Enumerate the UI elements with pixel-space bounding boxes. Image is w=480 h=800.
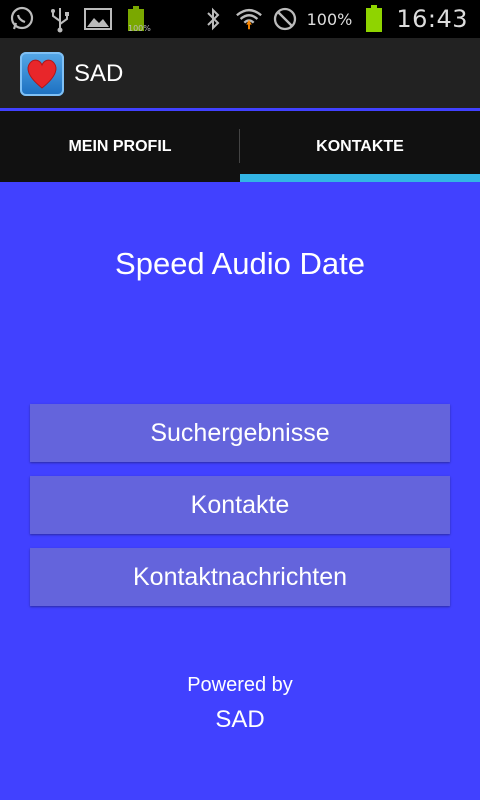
tab-bar: MEIN PROFIL KONTAKTE xyxy=(0,111,480,182)
tab-label: MEIN PROFIL xyxy=(68,137,172,155)
app-title: SAD xyxy=(74,60,124,87)
tab-kontakte[interactable]: KONTAKTE xyxy=(240,111,480,182)
status-bar: 100% 100% 16:43 xyxy=(0,0,480,38)
tab-label: KONTAKTE xyxy=(316,137,404,155)
suchergebnisse-button[interactable]: Suchergebnisse xyxy=(30,404,450,462)
selected-tab-indicator xyxy=(240,174,480,182)
clock: 16:43 xyxy=(396,5,468,33)
powered-by-brand: SAD xyxy=(215,706,265,733)
small-battery-text: 100% xyxy=(128,24,151,33)
kontaktnachrichten-button[interactable]: Kontaktnachrichten xyxy=(30,548,450,606)
battery-icon xyxy=(360,5,388,33)
app-headline: Speed Audio Date xyxy=(115,246,365,281)
heart-icon[interactable] xyxy=(20,52,64,96)
action-bar: SAD xyxy=(0,38,480,108)
kontakte-button[interactable]: Kontakte xyxy=(30,476,450,534)
bluetooth-icon xyxy=(199,5,227,33)
system-icons: 100% 16:43 xyxy=(199,5,468,33)
no-sim-icon xyxy=(271,5,299,33)
usb-icon xyxy=(46,5,74,33)
gallery-icon xyxy=(84,5,112,33)
powered-by-text: Powered by xyxy=(187,674,293,696)
wifi-icon xyxy=(235,5,263,33)
main-content: Speed Audio Date Suchergebnisse Kontakte… xyxy=(0,182,480,800)
tab-mein-profil[interactable]: MEIN PROFIL xyxy=(0,111,240,182)
battery-percent: 100% xyxy=(306,9,353,29)
whatsapp-icon xyxy=(8,5,36,33)
